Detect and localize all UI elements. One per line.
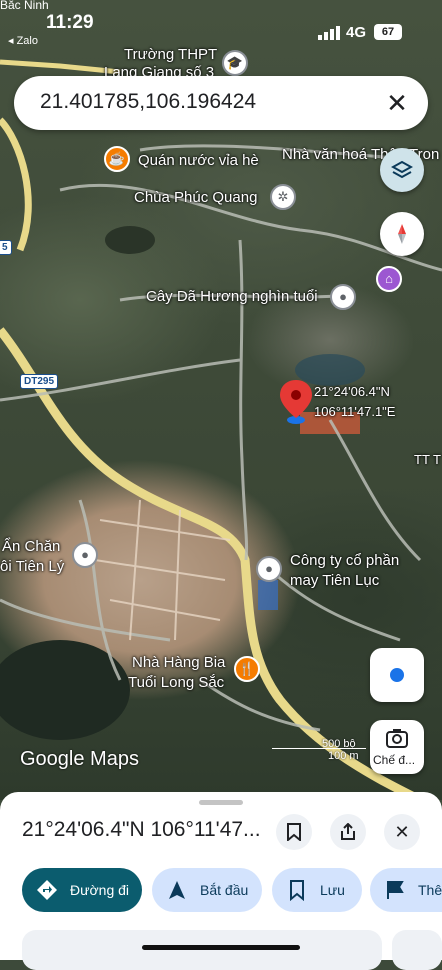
school-icon[interactable]: 🎓 xyxy=(222,50,248,76)
save-button[interactable]: Lưu xyxy=(272,868,362,912)
pagoda-icon[interactable]: ✲ xyxy=(270,184,296,210)
layers-icon xyxy=(390,160,414,179)
scale-label-meters: 100 m xyxy=(328,750,359,762)
pin-latitude: 21°24'06.4"N xyxy=(314,384,390,399)
flag-icon xyxy=(387,881,404,899)
poi-label-restaurant-2[interactable]: Tuổi Long Sắc xyxy=(128,674,224,691)
label-label: Thê xyxy=(418,882,442,898)
clock: 11:29 xyxy=(46,12,94,33)
sheet-drag-handle[interactable] xyxy=(199,800,243,805)
poi-label-school[interactable]: Trường THPT xyxy=(124,46,217,63)
battery-level: 67 xyxy=(374,24,402,40)
start-button[interactable]: Bắt đầu xyxy=(152,868,262,912)
restaurant-icon[interactable]: 🍴 xyxy=(234,656,260,682)
status-bar: Bắc Ninh 11:29 ◂ Zalo 4G 67 xyxy=(0,0,442,52)
poi-label-cafe[interactable]: Quán nước vỉa hè xyxy=(138,152,259,169)
save-label: Lưu xyxy=(320,882,345,898)
search-query[interactable]: 21.401785,106.196424 xyxy=(40,90,256,114)
road-shield-dt295: DT295 xyxy=(20,374,59,389)
camera-icon xyxy=(386,729,408,748)
directions-button[interactable]: Đường đi xyxy=(22,868,142,912)
poi-label-left-1[interactable]: Ẩn Chăn xyxy=(2,538,60,555)
dropped-pin-icon[interactable] xyxy=(276,378,316,426)
share-button[interactable] xyxy=(330,814,366,850)
poi-label-company-2[interactable]: may Tiên Lục xyxy=(290,572,379,589)
close-icon[interactable]: ✕ xyxy=(382,88,412,118)
shopping-icon[interactable]: ⌂ xyxy=(376,266,402,292)
directions-icon xyxy=(37,880,57,900)
search-bar[interactable]: 21.401785,106.196424 ✕ xyxy=(14,76,428,130)
poi-label-pagoda[interactable]: Chùa Phúc Quang xyxy=(134,189,257,206)
directions-label: Đường đi xyxy=(70,882,130,898)
company-pin-icon[interactable]: ● xyxy=(256,556,282,582)
lens-label: Chế đ... xyxy=(373,753,416,767)
compass-button[interactable] xyxy=(380,212,424,256)
cafe-icon[interactable]: ☕ xyxy=(104,146,130,172)
road-shield-left: 5 xyxy=(0,240,12,255)
place-bottom-sheet[interactable]: 21°24'06.4"N 106°11'47... ✕ Đường đi Bắt… xyxy=(0,792,442,970)
bookmark-icon xyxy=(287,823,301,843)
close-icon: ✕ xyxy=(394,822,410,842)
left-pin-icon[interactable]: ● xyxy=(72,542,98,568)
my-location-icon xyxy=(387,665,407,685)
compass-icon xyxy=(398,224,406,244)
place-title: 21°24'06.4"N 106°11'47... xyxy=(22,818,261,841)
start-label: Bắt đầu xyxy=(200,882,249,898)
share-icon xyxy=(341,822,355,840)
close-sheet-button[interactable]: ✕ xyxy=(384,814,420,850)
pin-longitude: 106°11'47.1"E xyxy=(314,404,396,419)
poi-label-tree[interactable]: Cây Dã Hương nghìn tuổi xyxy=(146,288,318,305)
info-card-secondary[interactable] xyxy=(392,930,442,970)
layers-button[interactable] xyxy=(380,148,424,192)
home-indicator[interactable] xyxy=(142,945,300,950)
poi-label-restaurant[interactable]: Nhà Hàng Bia xyxy=(132,654,225,671)
scale-line xyxy=(272,748,366,749)
poi-label-left-2[interactable]: ôi Tiên Lý xyxy=(0,558,64,575)
network-type: 4G xyxy=(346,24,367,41)
my-location-button[interactable] xyxy=(370,648,424,702)
info-card[interactable] xyxy=(22,930,382,970)
landmark-pin-icon[interactable]: ● xyxy=(330,284,356,310)
poi-label-right-edge[interactable]: TT T xyxy=(414,452,441,467)
bookmark-icon xyxy=(290,880,304,901)
label-button[interactable]: Thê xyxy=(370,868,442,912)
back-app-top: Bắc Ninh xyxy=(0,0,49,12)
signal-bars-icon xyxy=(318,26,340,40)
save-icon-button[interactable] xyxy=(276,814,312,850)
google-maps-watermark: Google Maps xyxy=(20,748,139,770)
back-to-app-link[interactable]: ◂ Zalo xyxy=(8,34,38,47)
navigation-arrow-icon xyxy=(169,881,185,899)
poi-label-company[interactable]: Công ty cổ phần xyxy=(290,552,399,569)
lens-button[interactable]: Chế đ... xyxy=(370,720,424,774)
